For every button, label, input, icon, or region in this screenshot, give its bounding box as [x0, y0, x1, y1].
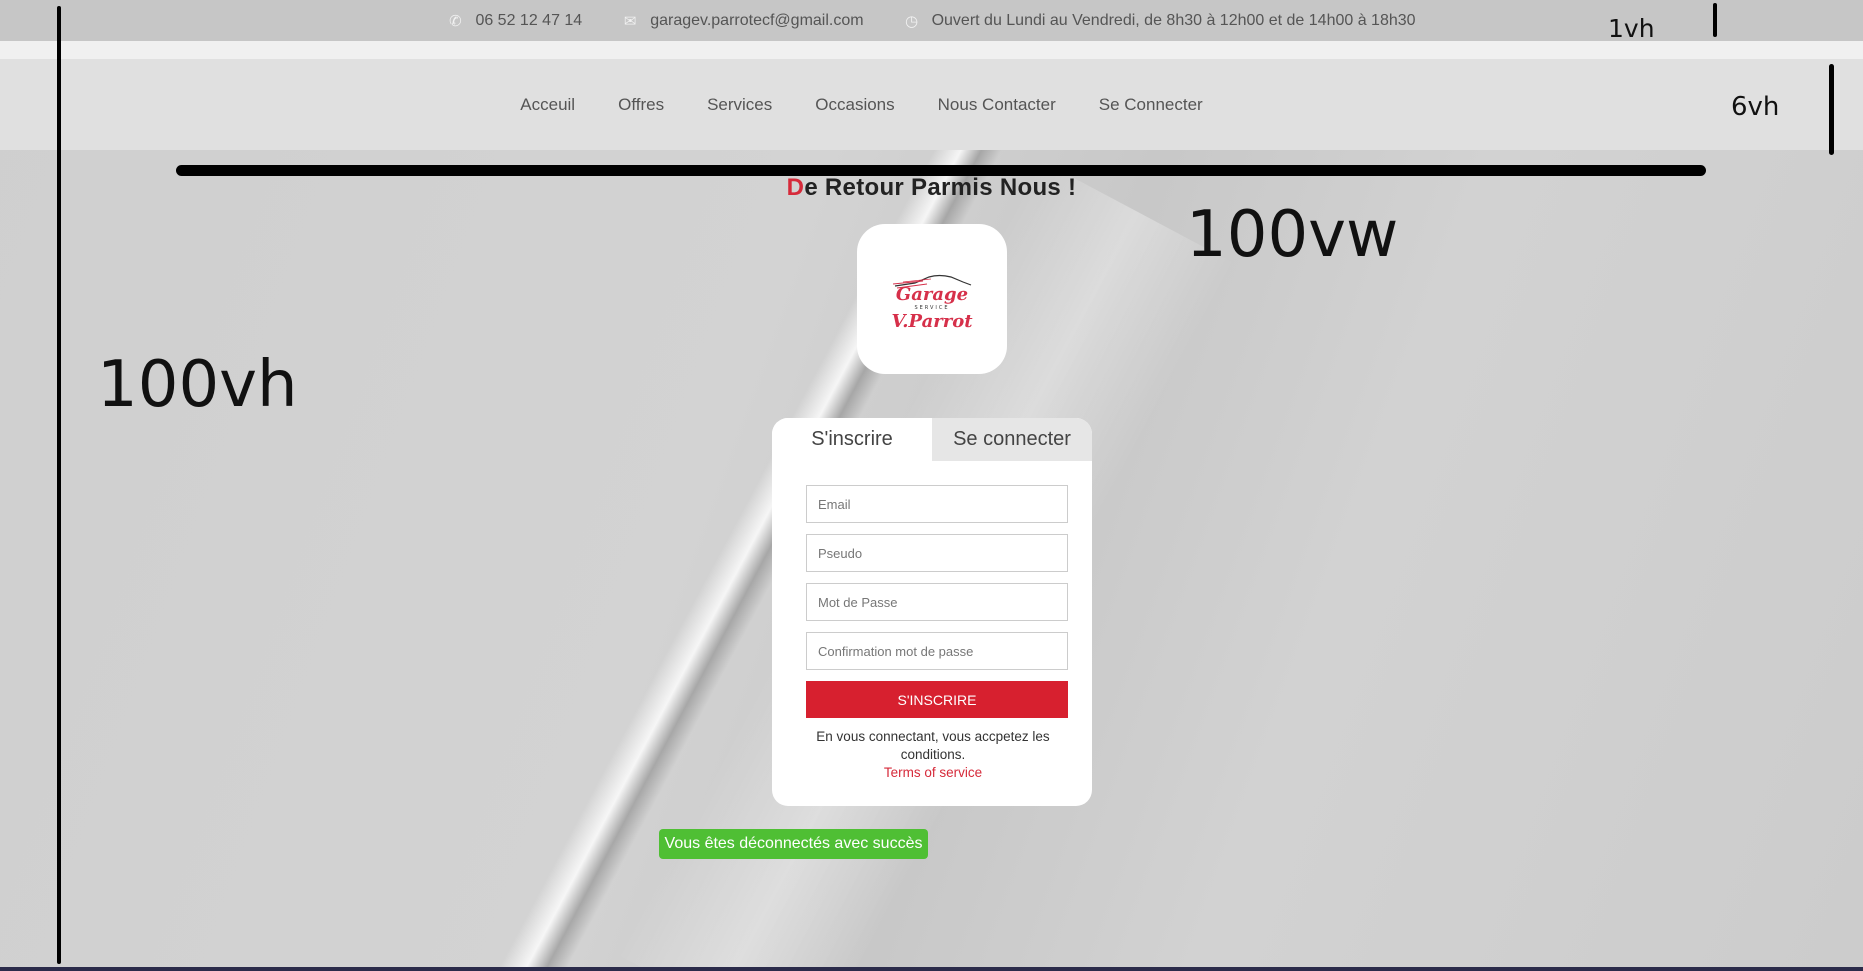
contact-email[interactable]: ✉ garagev.parrotecf@gmail.com	[622, 11, 864, 30]
terms-link[interactable]: Terms of service	[806, 764, 1060, 782]
mail-icon: ✉	[623, 12, 637, 30]
email-field[interactable]	[806, 485, 1068, 523]
annotation-nav-height: 6vh	[1731, 92, 1780, 122]
signup-form: S'INSCRIRE En vous connectant, vous accp…	[772, 461, 1092, 782]
contact-phone[interactable]: ✆ 06 52 12 47 14	[447, 12, 582, 30]
page-title: De Retour Parmis Nous !	[0, 174, 1863, 202]
nav-item-offres[interactable]: Offres	[618, 95, 664, 115]
header-separator	[0, 41, 1863, 59]
logout-success-toast: Vous êtes déconnectés avec succès	[659, 829, 928, 859]
tab-login[interactable]: Se connecter	[932, 418, 1092, 461]
title-rest: e Retour Parmis Nous !	[804, 174, 1077, 201]
phone-icon: ✆	[449, 12, 462, 30]
nav-item-acceuil[interactable]: Acceuil	[520, 95, 575, 115]
password-field[interactable]	[806, 583, 1068, 621]
tab-signup[interactable]: S'inscrire	[772, 418, 932, 461]
nav-item-occasions[interactable]: Occasions	[815, 95, 894, 115]
auth-tabs: S'inscrire Se connecter	[772, 418, 1092, 461]
garage-logo: Garage SERVICE V.Parrot	[857, 224, 1007, 374]
bottom-edge	[0, 967, 1863, 971]
confirm-password-field[interactable]	[806, 632, 1068, 670]
nav-item-login[interactable]: Se Connecter	[1099, 95, 1203, 115]
main-nav: Acceuil Offres Services Occasions Nous C…	[0, 59, 1863, 150]
signup-button[interactable]: S'INSCRIRE	[806, 681, 1068, 718]
car-silhouette-icon	[893, 274, 972, 289]
signup-card: S'inscrire Se connecter S'INSCRIRE En vo…	[772, 418, 1092, 806]
contact-bar: ✆ 06 52 12 47 14 ✉ garagev.parrotecf@gma…	[0, 0, 1863, 41]
nav-item-services[interactable]: Services	[707, 95, 772, 115]
opening-hours-text: Ouvert du Lundi au Vendredi, de 8h30 à 1…	[931, 11, 1416, 29]
nav-item-contact[interactable]: Nous Contacter	[938, 95, 1056, 115]
title-first-letter: D	[786, 174, 805, 201]
annotation-topbar-height: 1vh	[1608, 14, 1655, 43]
annotation-height-line	[57, 6, 61, 964]
email-address: garagev.parrotecf@gmail.com	[650, 11, 864, 29]
annotation-width: 100vw	[1186, 198, 1399, 272]
pseudo-field[interactable]	[806, 534, 1068, 572]
opening-hours: ◷ Ouvert du Lundi au Vendredi, de 8h30 à…	[904, 12, 1416, 30]
annotation-nav-line	[1829, 64, 1834, 155]
annotation-height: 100vh	[97, 348, 298, 422]
terms-text: En vous connectant, vous accpetez les co…	[816, 729, 1050, 762]
annotation-topbar-line	[1713, 3, 1717, 37]
clock-icon: ◷	[905, 12, 919, 30]
phone-number: 06 52 12 47 14	[475, 11, 583, 29]
logo-text-name: V.Parrot	[891, 311, 973, 332]
terms-notice: En vous connectant, vous accpetez les co…	[806, 728, 1068, 782]
